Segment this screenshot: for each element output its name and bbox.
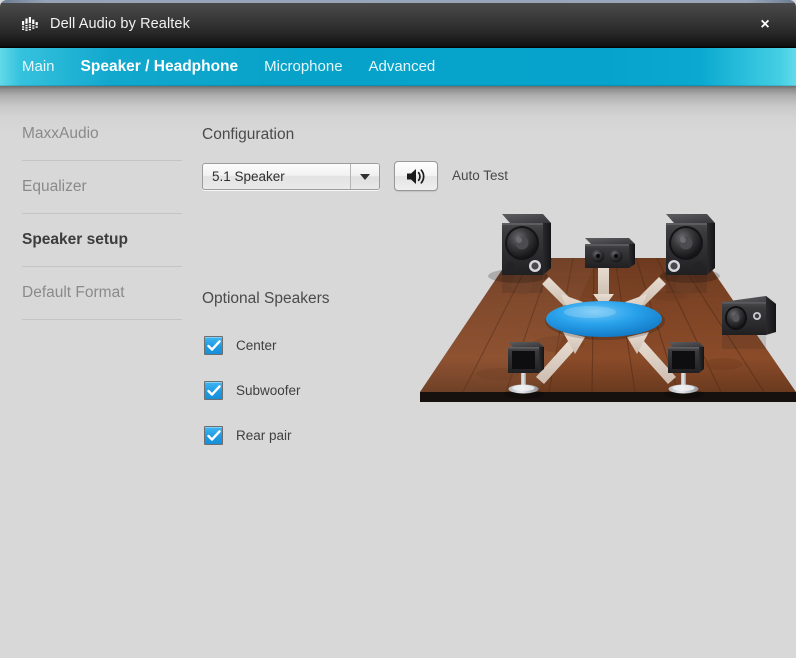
checkbox-label: Subwoofer — [236, 383, 301, 398]
checkbox-row-center[interactable]: Center — [204, 336, 277, 355]
checkbox-label: Rear pair — [236, 428, 292, 443]
checkmark-icon — [206, 339, 221, 351]
optional-speakers-heading: Optional Speakers — [202, 290, 330, 307]
configuration-select[interactable]: 5.1 Speaker — [202, 163, 380, 190]
chevron-down-icon — [360, 173, 370, 180]
sidebar-item-label: MaxxAudio — [22, 125, 99, 142]
tab-main[interactable]: Main — [22, 48, 55, 86]
checkbox-rear-pair[interactable] — [204, 426, 223, 445]
rear-left-speaker — [504, 342, 544, 399]
sidebar-item-label: Default Format — [22, 284, 125, 301]
checkbox-row-subwoofer[interactable]: Subwoofer — [204, 381, 301, 400]
content-area: MaxxAudio Equalizer Speaker setup Defaul… — [0, 86, 796, 656]
sidebar-item-default-format[interactable]: Default Format — [22, 267, 182, 320]
checkmark-icon — [206, 429, 221, 441]
configuration-select-arrow[interactable] — [350, 164, 379, 189]
rear-right-speaker — [664, 342, 704, 399]
configuration-heading: Configuration — [202, 126, 295, 143]
sidebar-item-equalizer[interactable]: Equalizer — [22, 161, 182, 214]
configuration-select-value: 5.1 Speaker — [212, 169, 285, 184]
sidebar-item-label: Speaker setup — [22, 231, 128, 248]
speaker-volume-icon — [407, 168, 425, 184]
tab-speaker-headphone[interactable]: Speaker / Headphone — [81, 48, 239, 86]
checkbox-subwoofer[interactable] — [204, 381, 223, 400]
sidebar: MaxxAudio Equalizer Speaker setup Defaul… — [22, 108, 182, 320]
sidebar-item-speaker-setup[interactable]: Speaker setup — [22, 214, 182, 267]
title-bar-left-group: Dell Audio by Realtek — [22, 13, 190, 35]
close-button[interactable]: × — [752, 13, 778, 37]
checkbox-label: Center — [236, 338, 277, 353]
subwoofer — [722, 296, 776, 349]
checkbox-row-rear-pair[interactable]: Rear pair — [204, 426, 292, 445]
window-title: Dell Audio by Realtek — [50, 16, 190, 32]
checkmark-icon — [206, 384, 221, 396]
main-navigation: Main Speaker / Headphone Microphone Adva… — [0, 48, 796, 86]
dell-audio-window: Dell Audio by Realtek × Main Speaker / H… — [0, 0, 796, 658]
sidebar-item-maxxaudio[interactable]: MaxxAudio — [22, 108, 182, 161]
auto-test-button[interactable] — [394, 161, 438, 191]
center-speaker — [585, 238, 635, 268]
tab-microphone[interactable]: Microphone — [264, 48, 342, 86]
tab-advanced[interactable]: Advanced — [369, 48, 436, 86]
5-1-speaker-layout-diagram — [420, 214, 796, 402]
sidebar-item-label: Equalizer — [22, 178, 87, 195]
equalizer-bars-icon — [22, 16, 38, 31]
auto-test-label: Auto Test — [452, 168, 509, 183]
listener-position — [546, 301, 662, 337]
checkbox-center[interactable] — [204, 336, 223, 355]
main-panel: Configuration 5.1 Speaker Auto Test Opti… — [202, 86, 796, 656]
title-bar: Dell Audio by Realtek × — [0, 0, 796, 48]
